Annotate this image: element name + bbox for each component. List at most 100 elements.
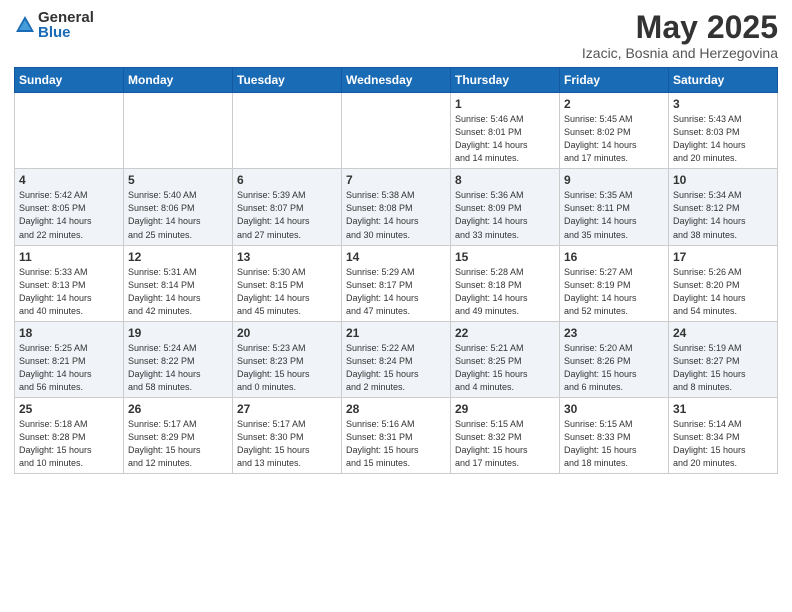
day-number: 31 bbox=[673, 402, 773, 416]
day-number: 7 bbox=[346, 173, 446, 187]
day-detail: Sunrise: 5:19 AM Sunset: 8:27 PM Dayligh… bbox=[673, 342, 773, 394]
day-detail: Sunrise: 5:35 AM Sunset: 8:11 PM Dayligh… bbox=[564, 189, 664, 241]
day-detail: Sunrise: 5:16 AM Sunset: 8:31 PM Dayligh… bbox=[346, 418, 446, 470]
calendar-cell bbox=[233, 93, 342, 169]
day-detail: Sunrise: 5:23 AM Sunset: 8:23 PM Dayligh… bbox=[237, 342, 337, 394]
calendar-day-header: Wednesday bbox=[342, 68, 451, 93]
calendar-cell: 31 Sunrise: 5:14 AM Sunset: 8:34 PM Dayli… bbox=[669, 397, 778, 473]
calendar-cell: 19Sunrise: 5:24 AM Sunset: 8:22 PM Dayli… bbox=[124, 321, 233, 397]
day-detail: Sunrise: 5:15 AM Sunset: 8:33 PM Dayligh… bbox=[564, 418, 664, 470]
calendar-week-row: 18 Sunrise: 5:25 AM Sunset: 8:21 PM Dayli… bbox=[15, 321, 778, 397]
calendar-cell: 5Sunrise: 5:40 AM Sunset: 8:06 PM Daylig… bbox=[124, 169, 233, 245]
day-detail: Sunrise: 5:38 AM Sunset: 8:08 PM Dayligh… bbox=[346, 189, 446, 241]
calendar-cell: 15 Sunrise: 5:28 AM Sunset: 8:18 PM Dayli… bbox=[451, 245, 560, 321]
day-number: 14 bbox=[346, 250, 446, 264]
day-number: 30 bbox=[564, 402, 664, 416]
day-number: 2 bbox=[564, 97, 664, 111]
day-detail: Sunrise: 5:22 AM Sunset: 8:24 PM Dayligh… bbox=[346, 342, 446, 394]
calendar-cell: 10 Sunrise: 5:34 AM Sunset: 8:12 PM Dayli… bbox=[669, 169, 778, 245]
calendar-cell: 21 Sunrise: 5:22 AM Sunset: 8:24 PM Dayli… bbox=[342, 321, 451, 397]
day-number: 28 bbox=[346, 402, 446, 416]
day-detail: Sunrise: 5:15 AM Sunset: 8:32 PM Dayligh… bbox=[455, 418, 555, 470]
day-detail: Sunrise: 5:34 AM Sunset: 8:12 PM Dayligh… bbox=[673, 189, 773, 241]
calendar-cell: 8 Sunrise: 5:36 AM Sunset: 8:09 PM Daylig… bbox=[451, 169, 560, 245]
calendar-cell: 6 Sunrise: 5:39 AM Sunset: 8:07 PM Daylig… bbox=[233, 169, 342, 245]
calendar-cell: 26 Sunrise: 5:17 AM Sunset: 8:29 PM Dayli… bbox=[124, 397, 233, 473]
calendar-cell: 27 Sunrise: 5:17 AM Sunset: 8:30 PM Dayli… bbox=[233, 397, 342, 473]
calendar-day-header: Sunday bbox=[15, 68, 124, 93]
calendar-cell: 11 Sunrise: 5:33 AM Sunset: 8:13 PM Dayli… bbox=[15, 245, 124, 321]
day-detail: Sunrise: 5:43 AM Sunset: 8:03 PM Dayligh… bbox=[673, 113, 773, 165]
day-number: 9 bbox=[564, 173, 664, 187]
day-number: 22 bbox=[455, 326, 555, 340]
day-number: 4 bbox=[19, 173, 119, 187]
day-detail: Sunrise: 5:17 AM Sunset: 8:30 PM Dayligh… bbox=[237, 418, 337, 470]
day-number: 12 bbox=[128, 250, 228, 264]
day-detail: Sunrise: 5:39 AM Sunset: 8:07 PM Dayligh… bbox=[237, 189, 337, 241]
calendar-cell: 24 Sunrise: 5:19 AM Sunset: 8:27 PM Dayli… bbox=[669, 321, 778, 397]
calendar-day-header: Friday bbox=[560, 68, 669, 93]
calendar-cell: 12Sunrise: 5:31 AM Sunset: 8:14 PM Dayli… bbox=[124, 245, 233, 321]
calendar-cell: 18 Sunrise: 5:25 AM Sunset: 8:21 PM Dayli… bbox=[15, 321, 124, 397]
calendar-day-header: Tuesday bbox=[233, 68, 342, 93]
calendar-week-row: 25Sunrise: 5:18 AM Sunset: 8:28 PM Dayli… bbox=[15, 397, 778, 473]
day-number: 10 bbox=[673, 173, 773, 187]
day-number: 5 bbox=[128, 173, 228, 187]
calendar-cell: 14 Sunrise: 5:29 AM Sunset: 8:17 PM Dayli… bbox=[342, 245, 451, 321]
day-detail: Sunrise: 5:26 AM Sunset: 8:20 PM Dayligh… bbox=[673, 266, 773, 318]
day-detail: Sunrise: 5:36 AM Sunset: 8:09 PM Dayligh… bbox=[455, 189, 555, 241]
day-number: 15 bbox=[455, 250, 555, 264]
day-detail: Sunrise: 5:29 AM Sunset: 8:17 PM Dayligh… bbox=[346, 266, 446, 318]
day-number: 18 bbox=[19, 326, 119, 340]
calendar-cell: 3Sunrise: 5:43 AM Sunset: 8:03 PM Daylig… bbox=[669, 93, 778, 169]
title-block: May 2025 Izacic, Bosnia and Herzegovina bbox=[582, 10, 778, 61]
logo-general-text: General bbox=[38, 10, 94, 25]
day-number: 13 bbox=[237, 250, 337, 264]
calendar-week-row: 1Sunrise: 5:46 AM Sunset: 8:01 PM Daylig… bbox=[15, 93, 778, 169]
calendar-cell: 1Sunrise: 5:46 AM Sunset: 8:01 PM Daylig… bbox=[451, 93, 560, 169]
calendar-week-row: 11 Sunrise: 5:33 AM Sunset: 8:13 PM Dayli… bbox=[15, 245, 778, 321]
day-detail: Sunrise: 5:45 AM Sunset: 8:02 PM Dayligh… bbox=[564, 113, 664, 165]
calendar-cell bbox=[15, 93, 124, 169]
day-detail: Sunrise: 5:28 AM Sunset: 8:18 PM Dayligh… bbox=[455, 266, 555, 318]
day-detail: Sunrise: 5:42 AM Sunset: 8:05 PM Dayligh… bbox=[19, 189, 119, 241]
day-detail: Sunrise: 5:30 AM Sunset: 8:15 PM Dayligh… bbox=[237, 266, 337, 318]
calendar-week-row: 4 Sunrise: 5:42 AM Sunset: 8:05 PM Daylig… bbox=[15, 169, 778, 245]
calendar-day-header: Saturday bbox=[669, 68, 778, 93]
day-detail: Sunrise: 5:27 AM Sunset: 8:19 PM Dayligh… bbox=[564, 266, 664, 318]
day-number: 1 bbox=[455, 97, 555, 111]
day-number: 23 bbox=[564, 326, 664, 340]
day-number: 8 bbox=[455, 173, 555, 187]
calendar-cell: 22 Sunrise: 5:21 AM Sunset: 8:25 PM Dayli… bbox=[451, 321, 560, 397]
page: General Blue May 2025 Izacic, Bosnia and… bbox=[0, 0, 792, 612]
day-detail: Sunrise: 5:21 AM Sunset: 8:25 PM Dayligh… bbox=[455, 342, 555, 394]
calendar-cell: 28 Sunrise: 5:16 AM Sunset: 8:31 PM Dayli… bbox=[342, 397, 451, 473]
day-detail: Sunrise: 5:17 AM Sunset: 8:29 PM Dayligh… bbox=[128, 418, 228, 470]
calendar-cell: 13 Sunrise: 5:30 AM Sunset: 8:15 PM Dayli… bbox=[233, 245, 342, 321]
calendar-cell: 17 Sunrise: 5:26 AM Sunset: 8:20 PM Dayli… bbox=[669, 245, 778, 321]
day-number: 26 bbox=[128, 402, 228, 416]
calendar-cell bbox=[342, 93, 451, 169]
day-number: 24 bbox=[673, 326, 773, 340]
calendar-cell: 29 Sunrise: 5:15 AM Sunset: 8:32 PM Dayli… bbox=[451, 397, 560, 473]
day-number: 27 bbox=[237, 402, 337, 416]
calendar-cell: 2 Sunrise: 5:45 AM Sunset: 8:02 PM Daylig… bbox=[560, 93, 669, 169]
day-number: 29 bbox=[455, 402, 555, 416]
day-detail: Sunrise: 5:14 AM Sunset: 8:34 PM Dayligh… bbox=[673, 418, 773, 470]
day-number: 17 bbox=[673, 250, 773, 264]
calendar-table: SundayMondayTuesdayWednesdayThursdayFrid… bbox=[14, 67, 778, 474]
logo-blue-text: Blue bbox=[38, 25, 94, 40]
calendar-cell: 30 Sunrise: 5:15 AM Sunset: 8:33 PM Dayli… bbox=[560, 397, 669, 473]
day-number: 11 bbox=[19, 250, 119, 264]
day-detail: Sunrise: 5:20 AM Sunset: 8:26 PM Dayligh… bbox=[564, 342, 664, 394]
day-detail: Sunrise: 5:25 AM Sunset: 8:21 PM Dayligh… bbox=[19, 342, 119, 394]
day-number: 21 bbox=[346, 326, 446, 340]
logo-icon bbox=[14, 14, 36, 36]
day-number: 6 bbox=[237, 173, 337, 187]
day-number: 16 bbox=[564, 250, 664, 264]
calendar-day-header: Monday bbox=[124, 68, 233, 93]
location: Izacic, Bosnia and Herzegovina bbox=[582, 45, 778, 61]
day-detail: Sunrise: 5:33 AM Sunset: 8:13 PM Dayligh… bbox=[19, 266, 119, 318]
logo: General Blue bbox=[14, 10, 94, 40]
calendar-header-row: SundayMondayTuesdayWednesdayThursdayFrid… bbox=[15, 68, 778, 93]
